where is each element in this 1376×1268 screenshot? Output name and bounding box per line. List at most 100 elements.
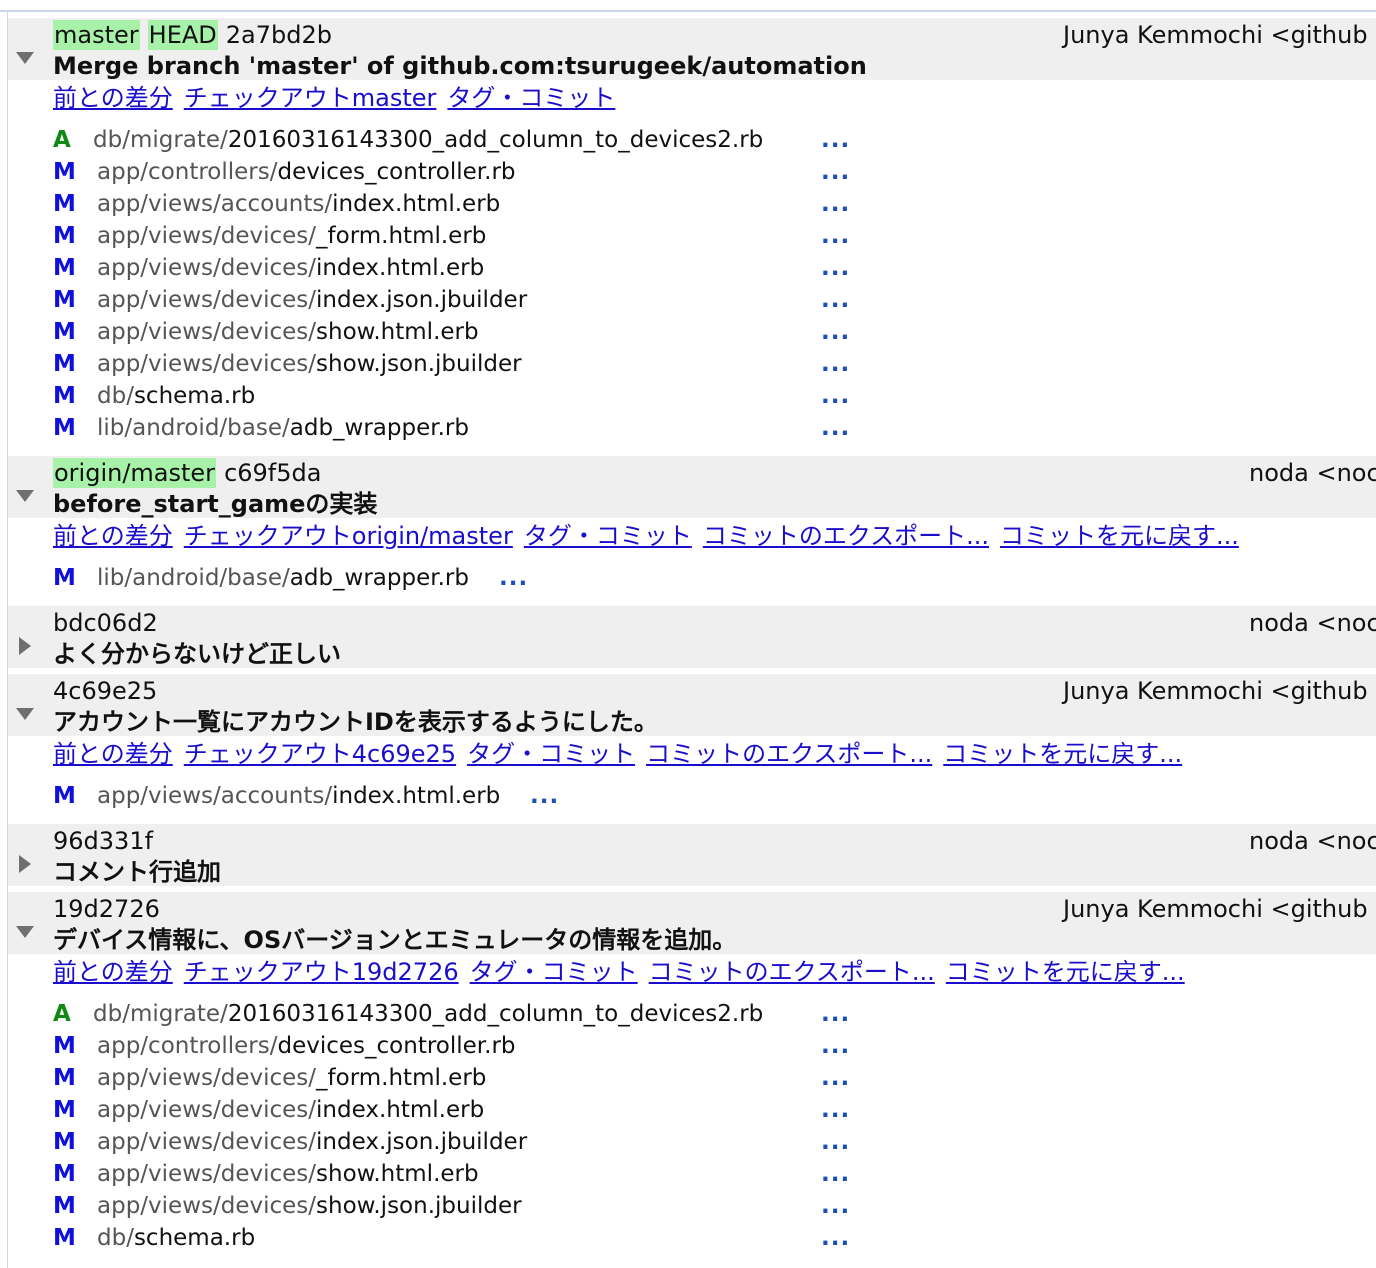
disclosure-closed-icon[interactable] xyxy=(14,854,36,873)
file-more-button[interactable]: ... xyxy=(821,1062,850,1094)
file-status-badge: M xyxy=(53,415,76,441)
disclosure-open-icon[interactable] xyxy=(14,922,36,940)
changed-file-row[interactable]: Adb/migrate/20160316143300_add_column_to… xyxy=(8,124,1376,156)
file-more-button[interactable]: ... xyxy=(821,156,850,188)
revert-commit-link[interactable]: コミットを元に戻す... xyxy=(1000,522,1239,550)
file-path[interactable]: app/views/accounts/index.html.erb xyxy=(97,188,500,220)
changed-file-row[interactable]: Mlib/android/base/adb_wrapper.rb... xyxy=(8,562,1376,594)
file-more-button[interactable]: ... xyxy=(821,412,850,444)
file-path[interactable]: db/schema.rb xyxy=(97,1222,255,1254)
changed-file-row[interactable]: Mapp/controllers/devices_controller.rb..… xyxy=(8,1030,1376,1062)
diff-link[interactable]: 前との差分 xyxy=(53,522,173,550)
file-path[interactable]: app/views/devices/index.html.erb xyxy=(97,252,484,284)
diff-link[interactable]: 前との差分 xyxy=(53,958,173,986)
file-path[interactable]: app/views/devices/index.json.jbuilder xyxy=(97,284,527,316)
changed-file-row[interactable]: Mapp/views/devices/show.html.erb... xyxy=(8,1158,1376,1190)
file-path[interactable]: app/views/devices/_form.html.erb xyxy=(97,1062,486,1094)
file-name: index.json.jbuilder xyxy=(316,1129,528,1155)
commit-header[interactable]: 19d2726 Junya Kemmochi <github デバイス情報に、OSバ… xyxy=(8,886,1376,954)
commit-actions: 前との差分 チェックアウト4c69e25 タグ・コミット コミットのエクスポート...… xyxy=(8,736,1376,772)
changed-file-row[interactable]: Mapp/controllers/devices_controller.rb..… xyxy=(8,156,1376,188)
file-path[interactable]: db/schema.rb xyxy=(97,380,255,412)
changed-file-row[interactable]: Mapp/views/devices/index.json.jbuilder..… xyxy=(8,284,1376,316)
changed-file-row[interactable]: Mapp/views/devices/_form.html.erb... xyxy=(8,1062,1376,1094)
checkout-link[interactable]: チェックアウト19d2726 xyxy=(184,958,459,986)
file-more-button[interactable]: ... xyxy=(821,1126,850,1158)
changed-file-row[interactable]: Mapp/views/devices/index.html.erb... xyxy=(8,252,1376,284)
changed-file-row[interactable]: Mapp/views/devices/show.json.jbuilder... xyxy=(8,348,1376,380)
changed-file-row[interactable]: Mapp/views/devices/show.json.jbuilder... xyxy=(8,1190,1376,1222)
diff-link[interactable]: 前との差分 xyxy=(53,84,173,112)
file-path[interactable]: lib/android/base/adb_wrapper.rb xyxy=(97,562,469,594)
tag-commit-link[interactable]: タグ・コミット xyxy=(467,740,635,768)
tag-commit-link[interactable]: タグ・コミット xyxy=(447,84,615,112)
disclosure-open-icon[interactable] xyxy=(14,486,36,504)
file-more-button[interactable]: ... xyxy=(821,1158,850,1190)
changed-files-list: Mapp/views/accounts/index.html.erb... xyxy=(8,772,1376,818)
checkout-link[interactable]: チェックアウトorigin/master xyxy=(184,522,513,550)
export-commit-link[interactable]: コミットのエクスポート... xyxy=(649,958,935,986)
file-more-button[interactable]: ... xyxy=(821,1094,850,1126)
file-path[interactable]: app/views/devices/show.html.erb xyxy=(97,1158,479,1190)
commit-header[interactable]: master HEAD 2a7bd2b Junya Kemmochi <github M… xyxy=(8,12,1376,80)
commit-entry: 19d2726 Junya Kemmochi <github デバイス情報に、OSバ… xyxy=(8,886,1376,1260)
file-more-button[interactable]: ... xyxy=(821,1190,850,1222)
export-commit-link[interactable]: コミットのエクスポート... xyxy=(646,740,932,768)
file-more-button[interactable]: ... xyxy=(821,998,850,1030)
file-name: _form.html.erb xyxy=(316,223,487,249)
file-dir: app/views/devices/ xyxy=(97,223,317,249)
changed-file-row[interactable]: Mapp/views/devices/_form.html.erb... xyxy=(8,220,1376,252)
changed-file-row[interactable]: Mapp/views/devices/index.html.erb... xyxy=(8,1094,1376,1126)
file-more-button[interactable]: ... xyxy=(821,124,850,156)
changed-file-row[interactable]: Mdb/schema.rb... xyxy=(8,380,1376,412)
file-path[interactable]: app/views/devices/show.html.erb xyxy=(97,316,479,348)
file-more-button[interactable]: ... xyxy=(530,780,559,812)
file-more-button[interactable]: ... xyxy=(821,252,850,284)
file-more-button[interactable]: ... xyxy=(821,316,850,348)
file-more-button[interactable]: ... xyxy=(821,380,850,412)
changed-file-row[interactable]: Mlib/android/base/adb_wrapper.rb... xyxy=(8,412,1376,444)
file-more-button[interactable]: ... xyxy=(821,188,850,220)
file-path[interactable]: app/controllers/devices_controller.rb xyxy=(97,1030,516,1062)
file-name: index.html.erb xyxy=(316,255,485,281)
tag-commit-link[interactable]: タグ・コミット xyxy=(524,522,692,550)
commit-header[interactable]: 96d331f noda <noc コメント行追加 xyxy=(8,818,1376,886)
checkout-link[interactable]: チェックアウト4c69e25 xyxy=(184,740,456,768)
file-path[interactable]: app/views/accounts/index.html.erb xyxy=(97,780,500,812)
disclosure-open-icon[interactable] xyxy=(14,704,36,722)
export-commit-link[interactable]: コミットのエクスポート... xyxy=(703,522,989,550)
tag-commit-link[interactable]: タグ・コミット xyxy=(470,958,638,986)
disclosure-closed-icon[interactable] xyxy=(14,636,36,655)
checkout-link[interactable]: チェックアウトmaster xyxy=(184,84,437,112)
changed-file-row[interactable]: Mapp/views/accounts/index.html.erb... xyxy=(8,780,1376,812)
changed-file-row[interactable]: Mapp/views/accounts/index.html.erb... xyxy=(8,188,1376,220)
file-more-button[interactable]: ... xyxy=(821,1222,850,1254)
changed-file-row[interactable]: Adb/migrate/20160316143300_add_column_to… xyxy=(8,998,1376,1030)
revert-commit-link[interactable]: コミットを元に戻す... xyxy=(943,740,1182,768)
changed-file-row[interactable]: Mapp/views/devices/index.json.jbuilder..… xyxy=(8,1126,1376,1158)
changed-file-row[interactable]: Mdb/schema.rb... xyxy=(8,1222,1376,1254)
file-path[interactable]: lib/android/base/adb_wrapper.rb xyxy=(97,412,469,444)
file-status-badge: M xyxy=(53,783,76,809)
commit-header[interactable]: 4c69e25 Junya Kemmochi <github アカウント一覧にアカウ… xyxy=(8,668,1376,736)
file-path[interactable]: app/views/devices/show.json.jbuilder xyxy=(97,1190,522,1222)
file-name: schema.rb xyxy=(133,1225,256,1251)
file-path[interactable]: app/views/devices/show.json.jbuilder xyxy=(97,348,522,380)
commit-header[interactable]: origin/master c69f5da noda <noc before_star… xyxy=(8,450,1376,518)
file-more-button[interactable]: ... xyxy=(821,348,850,380)
changed-file-row[interactable]: Mapp/views/devices/show.html.erb... xyxy=(8,316,1376,348)
file-more-button[interactable]: ... xyxy=(499,562,528,594)
file-path[interactable]: db/migrate/20160316143300_add_column_to_… xyxy=(93,998,763,1030)
file-more-button[interactable]: ... xyxy=(821,284,850,316)
file-more-button[interactable]: ... xyxy=(821,220,850,252)
file-path[interactable]: app/views/devices/_form.html.erb xyxy=(97,220,486,252)
revert-commit-link[interactable]: コミットを元に戻す... xyxy=(946,958,1185,986)
disclosure-open-icon[interactable] xyxy=(14,48,36,66)
file-path[interactable]: app/controllers/devices_controller.rb xyxy=(97,156,516,188)
file-path[interactable]: db/migrate/20160316143300_add_column_to_… xyxy=(93,124,763,156)
file-more-button[interactable]: ... xyxy=(821,1030,850,1062)
diff-link[interactable]: 前との差分 xyxy=(53,740,173,768)
commit-header[interactable]: bdc06d2 noda <noc よく分からないけど正しい xyxy=(8,600,1376,668)
file-path[interactable]: app/views/devices/index.html.erb xyxy=(97,1094,484,1126)
file-path[interactable]: app/views/devices/index.json.jbuilder xyxy=(97,1126,527,1158)
